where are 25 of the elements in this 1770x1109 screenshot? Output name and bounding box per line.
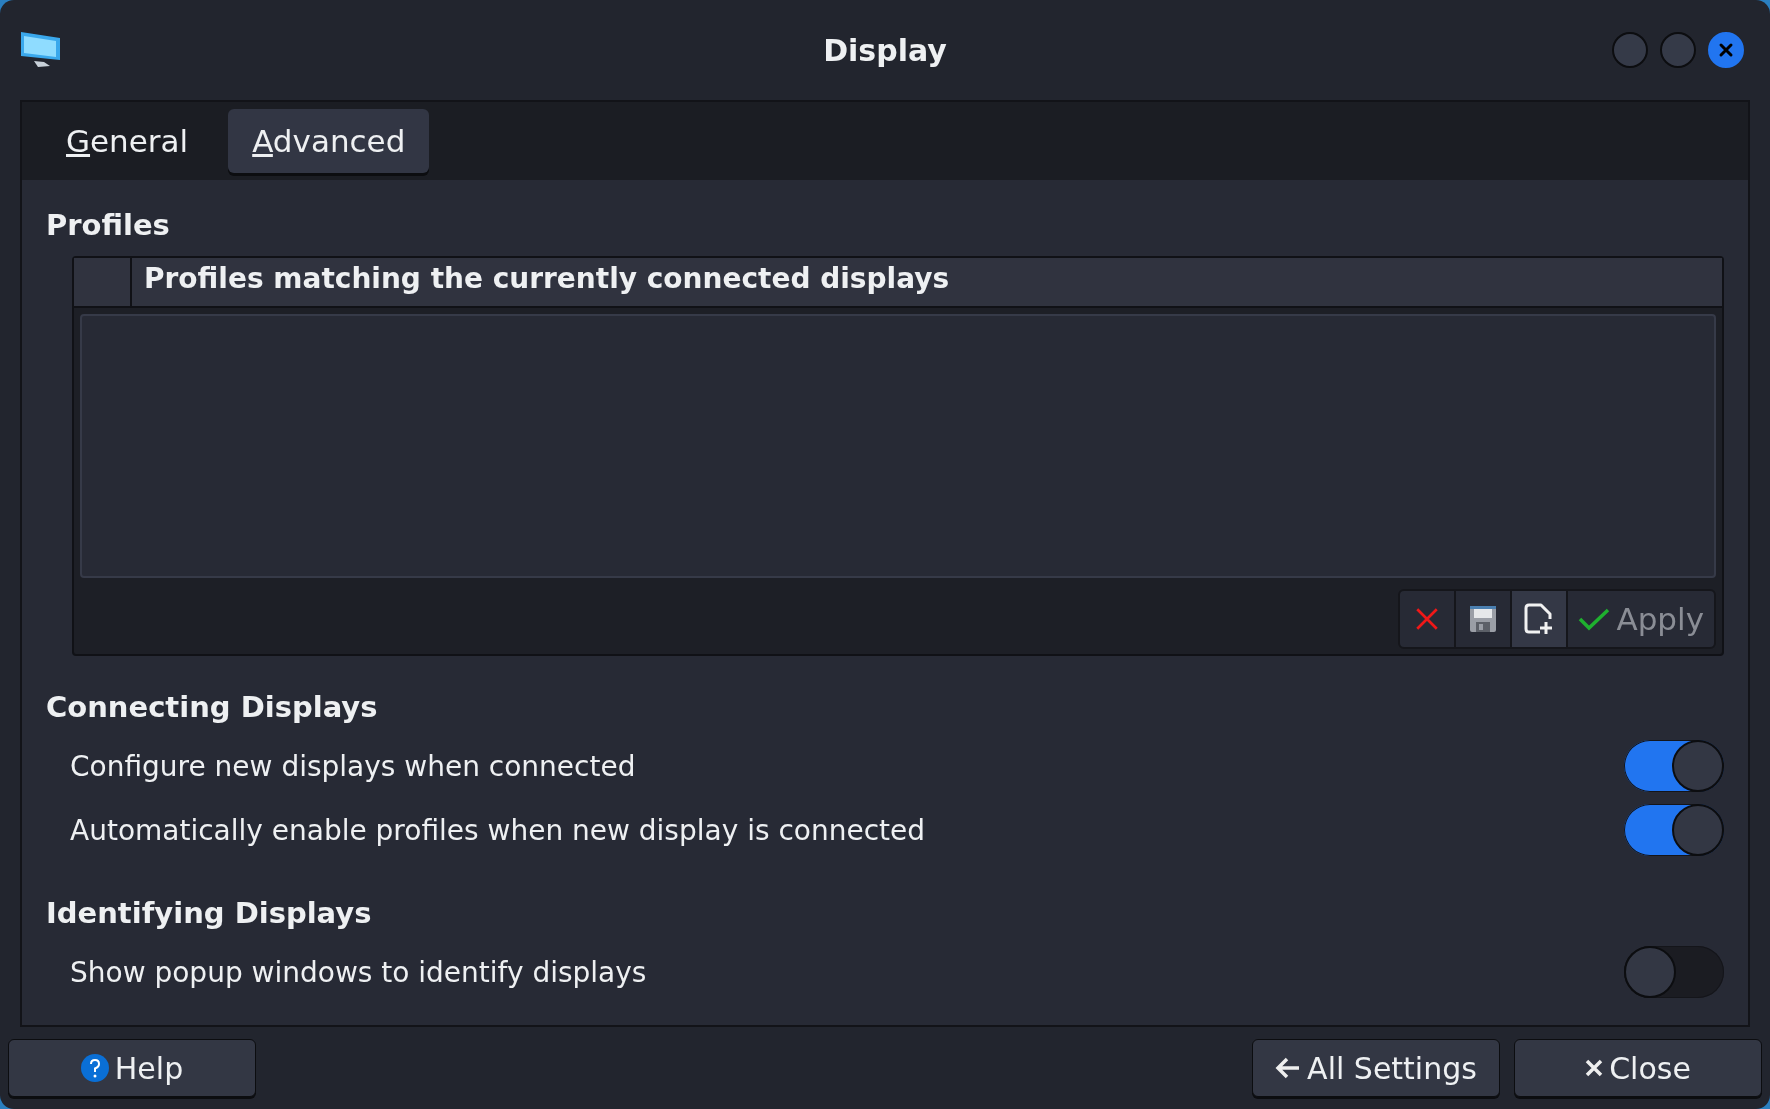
close-icon	[1585, 1059, 1604, 1077]
tab[interactable]: General	[42, 109, 213, 173]
section-heading: Profiles	[46, 208, 171, 242]
option-label: Configure new displays when connected	[70, 749, 636, 783]
option-label: Show popup windows to identify displays	[70, 955, 647, 989]
toggle-switch[interactable]	[1624, 946, 1724, 998]
section-heading: Connecting Displays	[46, 690, 379, 724]
monitor-icon	[20, 30, 62, 70]
new-profile-button[interactable]	[1512, 591, 1569, 647]
section-heading: Identifying Displays	[46, 896, 373, 930]
close-icon	[1718, 42, 1734, 58]
back-arrow-icon	[1275, 1057, 1302, 1079]
new-document-icon	[1524, 603, 1555, 635]
help-button[interactable]: Help	[8, 1039, 256, 1097]
toggle-switch[interactable]	[1624, 740, 1724, 792]
close-button[interactable]	[1708, 32, 1744, 68]
option-label: Automatically enable profiles when new display is connected	[70, 813, 926, 847]
close-dialog-button[interactable]: Close	[1514, 1039, 1762, 1097]
all-settings-button[interactable]: All Settings	[1252, 1039, 1500, 1097]
checkmark-icon	[1578, 607, 1611, 631]
toggle-switch[interactable]	[1624, 804, 1724, 856]
tab[interactable]: Advanced	[228, 109, 430, 173]
window-title: Display	[823, 32, 947, 68]
column-header: Profiles matching the currently connected displays	[143, 261, 951, 297]
help-icon	[80, 1054, 109, 1082]
